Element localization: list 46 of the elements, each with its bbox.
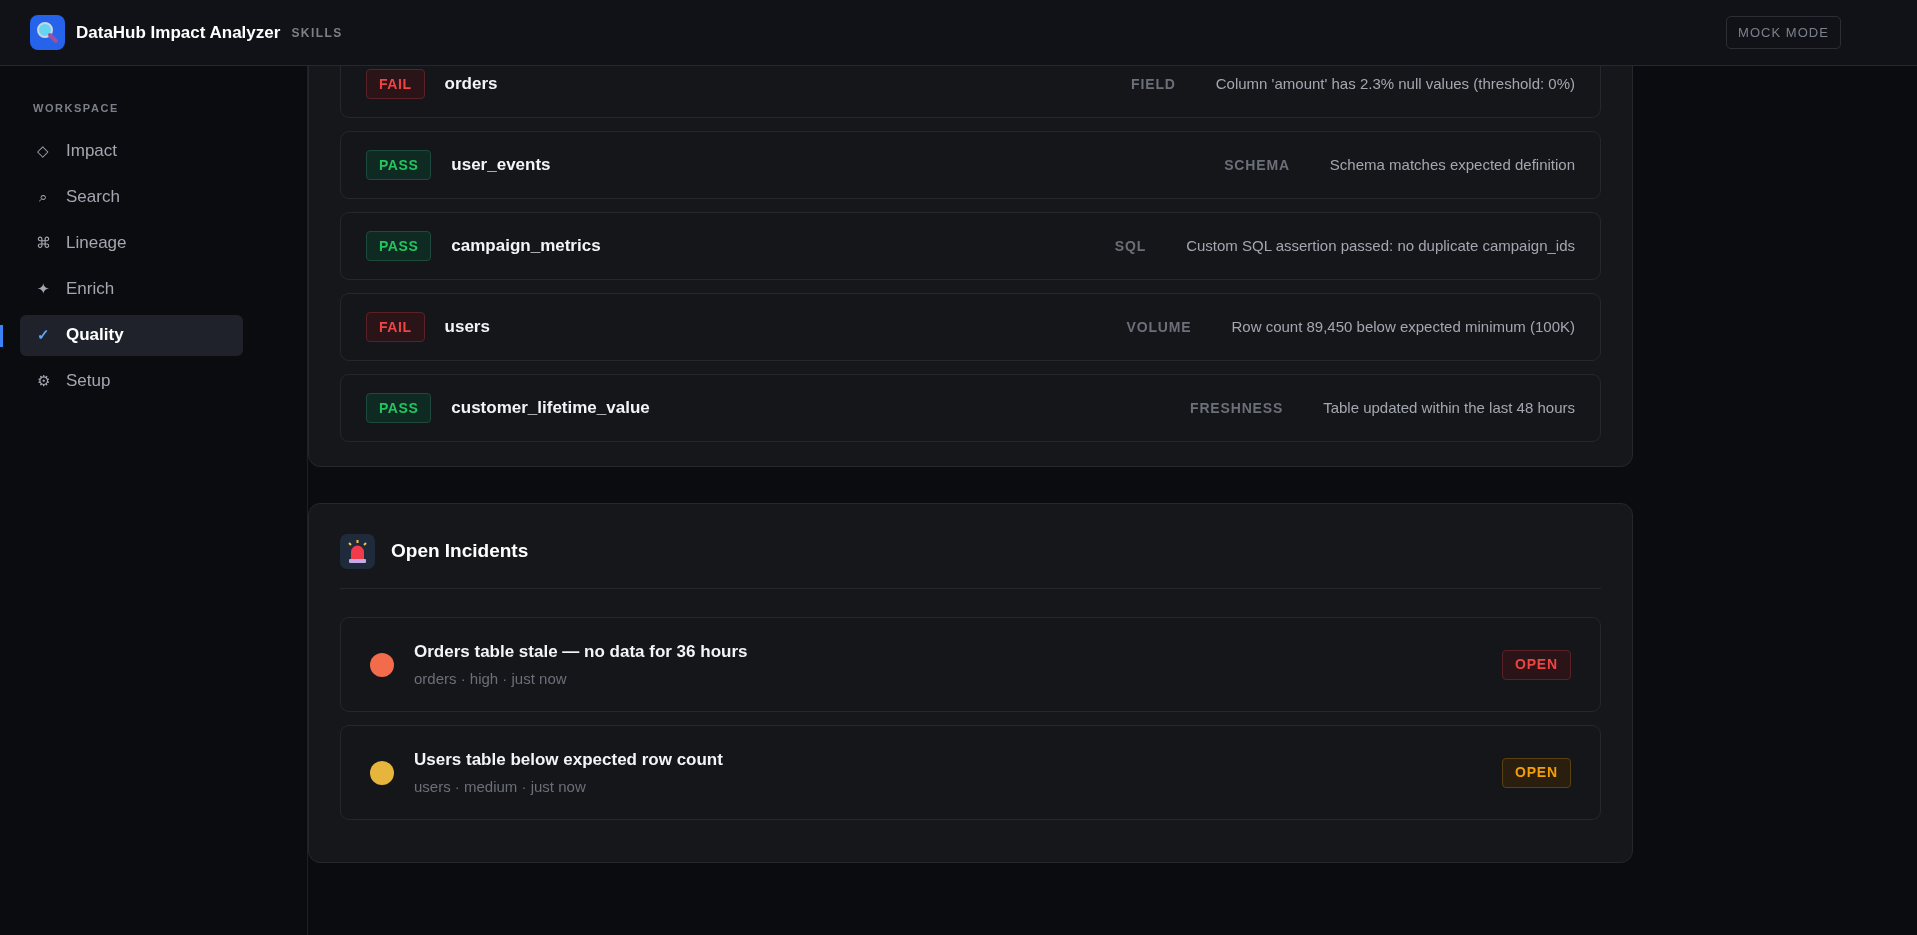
status-badge: PASS [366,231,432,261]
table-name: customer_lifetime_value [451,397,650,420]
active-indicator [0,324,3,347]
incident-title: Users table below expected row count [414,748,723,771]
nav-icon: ⌕ [36,185,50,209]
check-type: SCHEMA [1224,155,1290,175]
incident-meta: orders · high · just now [414,669,568,689]
sidebar-section-label: WORKSPACE [33,101,120,116]
table-name: campaign_metrics [451,235,601,258]
nav-item[interactable]: ✓ Quality [20,314,243,356]
status-badge: FAIL [366,69,425,99]
status-badge: PASS [366,150,432,180]
check-message: Column 'amount' has 2.3% null values (threshold: 0%) [1215,73,1575,94]
status-badge: OPEN [1501,649,1571,680]
app-tag: SKILLS [291,23,343,42]
nav-icon: ✓ [36,323,50,347]
incident-meta: users · medium · just now [414,777,587,797]
nav-item[interactable]: ⚙ Setup [20,360,243,402]
status-badge: FAIL [366,312,425,342]
check-type: VOLUME [1126,317,1192,337]
table-name: user_events [451,154,551,177]
magnifier-logo-icon [30,15,65,50]
check-message: Table updated within the last 48 hours [1323,397,1575,418]
check-type: SQL [1114,236,1147,256]
table-name: orders [444,73,498,96]
check-message: Custom SQL assertion passed: no duplicate campaign_ids [1186,235,1575,256]
nav-item[interactable]: ✦ Enrich [20,268,243,310]
nav-icon: ⚙ [36,369,50,393]
mock-mode-button[interactable]: MOCK MODE [1726,16,1841,49]
table-name: users [444,316,490,339]
nav-icon: ✦ [36,277,50,301]
section-title: Open Incidents [391,539,529,564]
check-type: FRESHNESS [1190,398,1284,418]
nav-item[interactable]: ◇ Impact [20,130,243,172]
status-badge: OPEN [1501,757,1571,788]
check-type: FIELD [1131,74,1176,94]
siren-icon [340,534,375,569]
app-title: DataHub Impact Analyzer [76,21,281,44]
status-badge: PASS [366,393,432,423]
incident-title: Orders table stale — no data for 36 hours [414,640,748,663]
check-message: Schema matches expected definition [1329,154,1575,175]
nav-item[interactable]: ⌘ Lineage [20,222,243,264]
nav-item[interactable]: ⌕ Search [20,176,243,218]
check-message: Row count 89,450 below expected minimum (100K) [1231,316,1575,337]
nav-icon: ⌘ [36,231,50,255]
nav-icon: ◇ [36,139,50,163]
